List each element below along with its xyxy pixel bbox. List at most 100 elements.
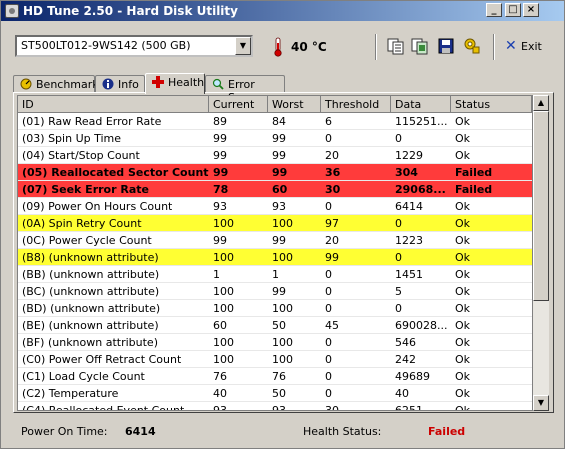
scroll-up-button[interactable]: ▲ [533, 95, 549, 111]
cell-id: (07) Seek Error Rate [22, 183, 149, 196]
table-row[interactable]: (C2) Temperature 40 50 0 40 Ok [18, 385, 532, 402]
cell-current: 93 [213, 404, 227, 411]
cell-threshold: 0 [325, 387, 332, 400]
cell-current: 99 [213, 234, 227, 247]
options-icon[interactable] [463, 37, 481, 55]
cell-threshold: 99 [325, 251, 339, 264]
smart-attributes-table[interactable]: ID Current Worst Threshold Data Status (… [17, 95, 533, 411]
cell-id: (BC) (unknown attribute) [22, 285, 160, 298]
cell-current: 100 [213, 217, 234, 230]
col-header-worst[interactable]: Worst [268, 96, 321, 113]
cell-id: (04) Start/Stop Count [22, 149, 140, 162]
close-button[interactable]: × [523, 3, 539, 17]
cell-current: 99 [213, 132, 227, 145]
cell-data: 1223 [395, 234, 423, 247]
cell-id: (03) Spin Up Time [22, 132, 122, 145]
copy-screenshot-icon[interactable] [411, 37, 429, 55]
minimize-button[interactable]: _ [486, 3, 502, 17]
cell-status: Ok [455, 251, 471, 264]
col-header-status[interactable]: Status [451, 96, 532, 113]
cell-status: Ok [455, 200, 471, 213]
background-strip [0, 449, 567, 455]
cell-threshold: 0 [325, 336, 332, 349]
cell-status: Ok [455, 268, 471, 281]
table-row[interactable]: (BF) (unknown attribute) 100 100 0 546 Ok [18, 334, 532, 351]
title-bar[interactable]: HD Tune 2.50 - Hard Disk Utility _ □ × [1, 1, 564, 21]
drive-select[interactable]: ST500LT012-9WS142 (500 GB) ▼ [15, 35, 253, 57]
col-header-id[interactable]: ID [18, 96, 209, 113]
maximize-button[interactable]: □ [505, 3, 521, 17]
cell-current: 100 [213, 336, 234, 349]
cell-status: Ok [455, 370, 471, 383]
col-header-data[interactable]: Data [391, 96, 451, 113]
cell-status: Failed [455, 183, 493, 196]
table-row[interactable]: (C4) Reallocated Event Count 93 93 30 6251 Ok [18, 402, 532, 411]
cell-threshold: 0 [325, 302, 332, 315]
table-row[interactable]: (C0) Power Off Retract Count 100 100 0 242 Ok [18, 351, 532, 368]
tab-error-scan[interactable]: Error Scan [205, 75, 285, 104]
cell-threshold: 0 [325, 370, 332, 383]
table-row[interactable]: (BC) (unknown attribute) 100 99 0 5 Ok [18, 283, 532, 300]
table-row[interactable]: (04) Start/Stop Count 99 99 20 1229 Ok [18, 147, 532, 164]
cell-id: (BD) (unknown attribute) [22, 302, 161, 315]
table-row[interactable]: (09) Power On Hours Count 93 93 0 6414 Ok [18, 198, 532, 215]
table-row[interactable]: (0C) Power Cycle Count 99 99 20 1223 Ok [18, 232, 532, 249]
cell-current: 99 [213, 166, 229, 179]
cell-worst: 99 [272, 234, 286, 247]
cell-threshold: 30 [325, 183, 341, 196]
table-header: ID Current Worst Threshold Data Status [18, 96, 532, 113]
col-header-threshold[interactable]: Threshold [321, 96, 391, 113]
scroll-down-button[interactable]: ▼ [533, 395, 549, 411]
cell-current: 76 [213, 370, 227, 383]
table-row[interactable]: (BB) (unknown attribute) 1 1 0 1451 Ok [18, 266, 532, 283]
thermometer-icon [274, 37, 282, 57]
cell-data: 1451 [395, 268, 423, 281]
copy-info-icon[interactable] [387, 37, 405, 55]
tab-label: Health [168, 76, 205, 89]
cell-status: Ok [455, 319, 471, 332]
table-row[interactable]: (07) Seek Error Rate 78 60 30 29068... Failed [18, 181, 532, 198]
cell-id: (BF) (unknown attribute) [22, 336, 158, 349]
power-on-time-value: 6414 [125, 425, 156, 438]
vertical-scrollbar[interactable]: ▲ ▼ [533, 95, 549, 411]
cell-id: (0C) Power Cycle Count [22, 234, 152, 247]
tab-health[interactable]: Health [145, 73, 205, 94]
cell-current: 100 [213, 251, 234, 264]
table-row[interactable]: (C1) Load Cycle Count 76 76 0 49689 Ok [18, 368, 532, 385]
cell-current: 89 [213, 115, 227, 128]
toolbar-separator [375, 34, 377, 60]
cell-status: Ok [455, 234, 471, 247]
cell-current: 93 [213, 200, 227, 213]
exit-button[interactable]: ✕ Exit [505, 37, 545, 55]
info-icon [102, 78, 114, 90]
cell-data: 49689 [395, 370, 430, 383]
cell-id: (0A) Spin Retry Count [22, 217, 142, 230]
cell-data: 1229 [395, 149, 423, 162]
tab-benchmark[interactable]: Benchmark [13, 75, 99, 93]
hard-disk-app-icon[interactable] [5, 4, 19, 18]
cell-id: (09) Power On Hours Count [22, 200, 173, 213]
scroll-thumb[interactable] [533, 111, 549, 301]
cell-status: Ok [455, 302, 471, 315]
hd-tune-window: HD Tune 2.50 - Hard Disk Utility _ □ × S… [0, 0, 565, 449]
window-title: HD Tune 2.50 - Hard Disk Utility [23, 4, 238, 18]
tab-label: Benchmark [36, 78, 99, 91]
table-row[interactable]: (05) Reallocated Sector Count 99 99 36 304 Fa… [18, 164, 532, 181]
cell-worst: 84 [272, 115, 286, 128]
tab-info[interactable]: Info [95, 75, 145, 93]
save-icon[interactable] [437, 37, 455, 55]
table-row[interactable]: (B8) (unknown attribute) 100 100 99 0 Ok [18, 249, 532, 266]
cell-id: (C0) Power Off Retract Count [22, 353, 182, 366]
col-header-current[interactable]: Current [209, 96, 268, 113]
cell-worst: 93 [272, 200, 286, 213]
table-row[interactable]: (0A) Spin Retry Count 100 100 97 0 Ok [18, 215, 532, 232]
table-row[interactable]: (03) Spin Up Time 99 99 0 0 Ok [18, 130, 532, 147]
table-row[interactable]: (01) Raw Read Error Rate 89 84 6 115251... Ok [18, 113, 532, 130]
cell-id: (C4) Reallocated Event Count [22, 404, 185, 411]
exit-label: Exit [521, 40, 542, 53]
table-row[interactable]: (BD) (unknown attribute) 100 100 0 0 Ok [18, 300, 532, 317]
chevron-down-icon[interactable]: ▼ [235, 37, 251, 55]
table-row[interactable]: (BE) (unknown attribute) 60 50 45 690028... O… [18, 317, 532, 334]
cell-status: Ok [455, 404, 471, 411]
drive-select-value: ST500LT012-9WS142 (500 GB) [21, 39, 191, 52]
